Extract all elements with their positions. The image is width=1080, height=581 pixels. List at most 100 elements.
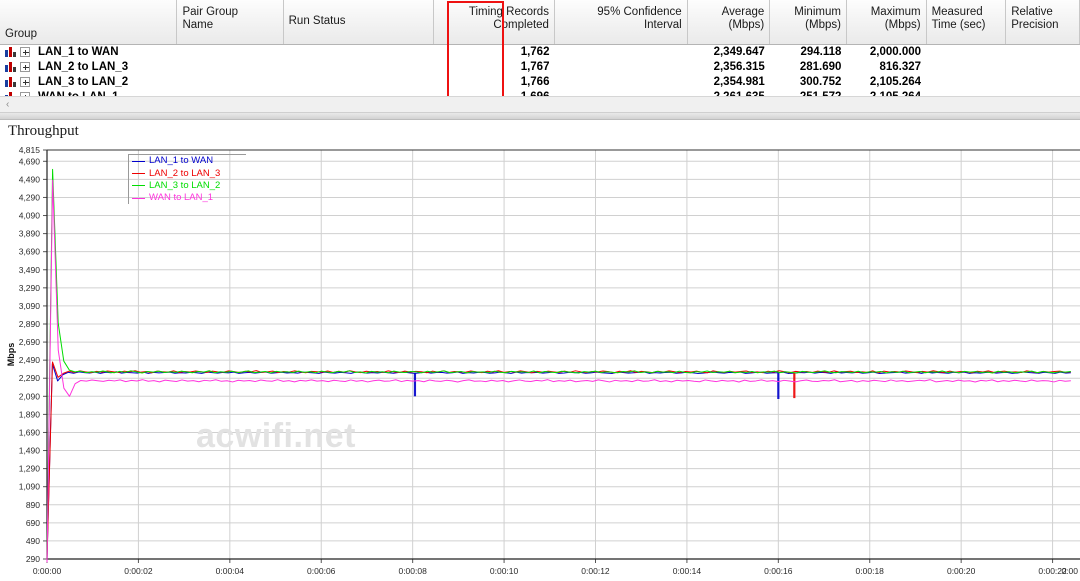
table-body: LAN_1 to WAN 1,762 2,349.647 294.118 2,000.0…: [0, 44, 1080, 96]
table-cell-measured_time: [926, 74, 1006, 89]
results-table: Group Pair Group Name Run Status Timing R…: [0, 0, 1080, 96]
column-header-measured-time[interactable]: Measured Time (sec): [926, 0, 1007, 45]
y-tick-label: 4,815: [19, 145, 41, 155]
table-row[interactable]: LAN_3 to LAN_2 1,766 2,354.981 300.752 2,105…: [0, 74, 1080, 89]
table-cell-measured_time: [926, 44, 1006, 59]
y-tick-label: 1,690: [19, 427, 41, 437]
y-tick-label: 1,090: [19, 482, 41, 492]
table-cell-timing_records: 1,762: [520, 45, 550, 58]
ixchariot-throughput-window: Group Pair Group Name Run Status Timing R…: [0, 0, 1080, 581]
legend-swatch-lan2-to-lan3: [132, 173, 145, 175]
y-tick-label: 3,090: [19, 301, 41, 311]
panel-splitter[interactable]: [0, 113, 1080, 120]
y-tick-label: 3,490: [19, 265, 41, 275]
table-row[interactable]: LAN_1 to WAN 1,762 2,349.647 294.118 2,000.0…: [0, 44, 1080, 59]
column-header-timing-records-completed[interactable]: Timing Records Completed: [433, 0, 555, 45]
y-tick-label: 690: [26, 518, 40, 528]
chart-legend: LAN_1 to WAN LAN_2 to LAN_3 LAN_3 to LAN…: [128, 154, 246, 204]
x-tick-label: 0:00:04: [216, 566, 245, 576]
table-cell-minimum: 251.572: [770, 89, 847, 97]
table-cell-group-label: LAN_3 to LAN_2: [38, 75, 129, 88]
legend-item[interactable]: WAN to LAN_1: [129, 192, 246, 204]
y-tick-label: 1,290: [19, 464, 41, 474]
bar-chart-icon: [5, 46, 16, 57]
column-header-average-mbps[interactable]: Average (Mbps): [687, 0, 771, 45]
table-row[interactable]: LAN_2 to LAN_3 1,767 2,356.315 281.690 816.3…: [0, 59, 1080, 74]
x-tick-label: 0:00:10: [490, 566, 519, 576]
column-header-relative-precision[interactable]: Relative Precision: [1005, 0, 1080, 45]
legend-item[interactable]: LAN_2 to LAN_3: [129, 167, 246, 179]
table-cell-pair_group_name: [177, 59, 283, 74]
y-tick-label: 2,490: [19, 355, 41, 365]
throughput-chart: Throughput 290 490 690 890 1,090 1,290 1,490 1,…: [0, 120, 1080, 581]
table-cell-minimum: 300.752: [799, 75, 842, 88]
table-cell-timing_records: 1,766: [520, 75, 550, 88]
table-cell-average: 2,349.647: [713, 45, 765, 58]
chart-title: Throughput: [8, 123, 79, 139]
table-cell-pair_group_name: [177, 74, 283, 89]
table-cell-run_status: [283, 44, 433, 59]
y-tick-label: 3,890: [19, 229, 41, 239]
plot-svg: 290 490 690 890 1,090 1,290 1,490 1,690 1,890 2,0…: [6, 145, 1080, 576]
y-tick-label: 1,890: [19, 409, 41, 419]
table-cell-confidence: [554, 44, 687, 59]
table-cell-group-label: LAN_2 to LAN_3: [38, 60, 129, 73]
column-header-confidence-interval[interactable]: 95% Confidence Interval: [554, 0, 688, 45]
column-header-maximum-mbps[interactable]: Maximum (Mbps): [846, 0, 927, 45]
table-cell-measured_time: [926, 89, 1006, 96]
bar-chart-icon: [5, 76, 16, 87]
x-tick-label: 0:00:00: [33, 566, 62, 576]
table-cell-confidence: [554, 59, 687, 74]
table-cell-group: LAN_1 to WAN: [0, 44, 177, 59]
x-tick-label: 0:00:16: [764, 566, 793, 576]
y-tick-label: 1,490: [19, 446, 41, 456]
expand-row-icon[interactable]: [20, 46, 30, 57]
y-tick-label: 2,090: [19, 391, 41, 401]
horizontal-scrollbar[interactable]: ‹: [0, 96, 1080, 113]
legend-swatch-wan-to-lan1: [132, 197, 145, 199]
legend-label: LAN_1 to WAN: [149, 155, 214, 167]
y-tick-label: 4,690: [19, 156, 41, 166]
scroll-left-chevron-icon[interactable]: ‹: [6, 100, 9, 110]
table-cell-confidence: [554, 74, 687, 89]
x-tick-label: 0:00:14: [673, 566, 702, 576]
y-axis-label: Mbps: [6, 343, 16, 367]
legend-item[interactable]: LAN_3 to LAN_2: [129, 180, 246, 192]
plot-area: 290 490 690 890 1,090 1,290 1,490 1,690 1,890 2,0…: [0, 144, 1080, 581]
table-cell-average: 2,354.981: [713, 75, 765, 88]
table-cell-relative_precision: [1006, 44, 1080, 59]
table-cell-measured_time: [926, 59, 1006, 74]
table-row[interactable]: WAN to LAN_1 1,696 2,261.635251.5722,105.2…: [0, 89, 1080, 96]
table-cell-average: 2,356.315: [713, 60, 765, 73]
legend-label: LAN_2 to LAN_3: [149, 167, 221, 179]
table-cell-run_status: [283, 59, 433, 74]
table-cell-run_status: [283, 74, 433, 89]
table-cell-confidence: [554, 89, 687, 96]
expand-row-icon[interactable]: [20, 76, 30, 87]
y-tick-label: 3,290: [19, 283, 41, 293]
watermark-acwifi: acwifi.net: [196, 417, 356, 455]
table-cell-timing_records: 1,767: [520, 60, 550, 73]
table-cell-group: LAN_3 to LAN_2: [0, 74, 177, 89]
table-cell-maximum: 2,105.264: [869, 75, 922, 88]
column-header-run-status[interactable]: Run Status: [283, 0, 435, 45]
expand-row-icon[interactable]: [20, 61, 30, 72]
column-header-minimum-mbps[interactable]: Minimum (Mbps): [769, 0, 847, 45]
table-cell-relative_precision: [1006, 89, 1080, 96]
table-cell-maximum: 2,105.264: [846, 89, 926, 97]
y-tick-label: 4,490: [19, 174, 41, 184]
table-cell-pair_group_name: [177, 44, 283, 59]
table-cell-group-label: LAN_1 to WAN: [38, 45, 119, 58]
table-cell-pair_group_name: [177, 89, 283, 96]
legend-item[interactable]: LAN_1 to WAN: [129, 155, 246, 167]
legend-label: WAN to LAN_1: [149, 192, 214, 204]
series-line-lan-3-to-lan-2: [46, 168, 1071, 559]
column-header-pair-group-name[interactable]: Pair Group Name: [176, 0, 284, 45]
column-header-group[interactable]: Group: [0, 0, 178, 45]
table-cell-maximum: 816.327: [879, 60, 922, 73]
y-tick-label: 890: [26, 500, 40, 510]
table-cell-average: 2,261.635: [687, 89, 770, 97]
table-cell-run_status: [283, 89, 433, 96]
y-tick-label: 2,890: [19, 319, 41, 329]
x-tick-label: 0:00:12: [581, 566, 610, 576]
